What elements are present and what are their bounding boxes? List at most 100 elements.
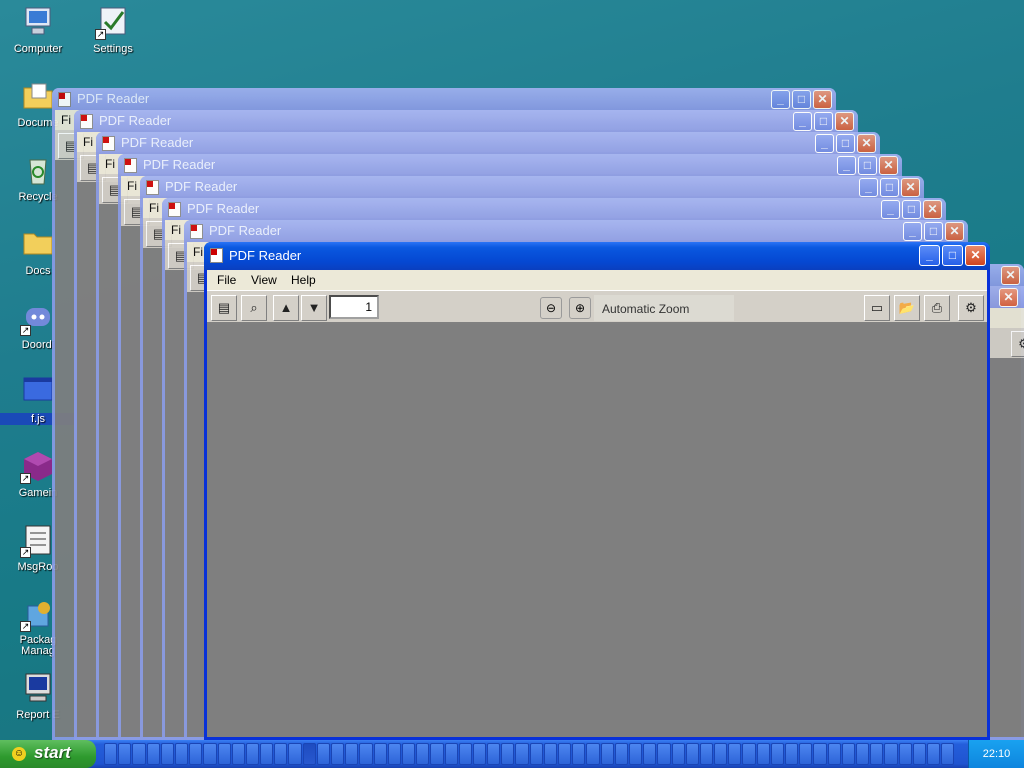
desktop-icon-computer[interactable]: Computer <box>0 4 76 55</box>
zoom-in-icon[interactable]: ⊕ <box>569 297 591 319</box>
taskbar-window-button[interactable] <box>912 743 926 765</box>
taskbar-window-button[interactable] <box>274 743 288 765</box>
minimize-button[interactable]: _ <box>815 134 834 153</box>
taskbar-window-button[interactable] <box>870 743 884 765</box>
maximize-button[interactable]: □ <box>942 245 963 266</box>
open-file-icon[interactable]: 📂 <box>894 295 920 321</box>
taskbar-window-button[interactable] <box>387 743 401 765</box>
maximize-button[interactable]: □ <box>858 156 877 175</box>
previous-page-icon[interactable]: ▲ <box>273 295 299 321</box>
taskbar-window-button[interactable] <box>515 743 529 765</box>
taskbar-window-button[interactable] <box>302 743 316 765</box>
taskbar-window-button[interactable] <box>742 743 756 765</box>
clock[interactable]: 22:10 <box>983 748 1011 760</box>
taskbar-window-button[interactable] <box>799 743 813 765</box>
taskbar-window-button[interactable] <box>487 743 501 765</box>
find-icon[interactable]: ⌕ <box>241 295 267 321</box>
taskbar-window-button[interactable] <box>316 743 330 765</box>
title-bar[interactable]: PDF Reader _ □ ✕ <box>204 242 990 270</box>
taskbar-window-button[interactable] <box>345 743 359 765</box>
document-properties-icon[interactable]: ⚙ <box>958 295 984 321</box>
pdf-reader-window[interactable]: PDF Reader _ □ ✕ File View Help ▤ ⌕ ▲ ▼ … <box>204 242 990 740</box>
taskbar-window-button[interactable] <box>529 743 543 765</box>
taskbar-window-button[interactable] <box>558 743 572 765</box>
maximize-button[interactable]: □ <box>924 222 943 241</box>
maximize-button[interactable]: □ <box>836 134 855 153</box>
zoom-out-icon[interactable]: ⊖ <box>540 297 562 319</box>
page-number-input[interactable]: 1 <box>329 295 379 319</box>
menu-help[interactable]: Help <box>291 273 316 287</box>
minimize-button[interactable]: _ <box>859 178 878 197</box>
close-button[interactable]: ✕ <box>945 222 964 241</box>
taskbar-window-button[interactable] <box>628 743 643 765</box>
taskbar-window-button[interactable] <box>543 743 557 765</box>
taskbar-window-button[interactable] <box>827 743 841 765</box>
close-button[interactable]: ✕ <box>879 156 898 175</box>
taskbar-window-button[interactable] <box>430 743 444 765</box>
taskbar-window-button[interactable] <box>941 743 955 765</box>
taskbar-window-button[interactable] <box>359 743 373 765</box>
taskbar-window-button[interactable] <box>472 743 487 765</box>
document-viewer[interactable] <box>207 326 987 737</box>
taskbar-window-button[interactable] <box>118 743 132 765</box>
taskbar-window-button[interactable] <box>572 743 586 765</box>
maximize-button[interactable]: □ <box>902 200 921 219</box>
taskbar-window-button[interactable] <box>217 743 231 765</box>
sidebar-toggle-icon[interactable]: ▤ <box>211 295 237 321</box>
taskbar-window-button[interactable] <box>728 743 742 765</box>
taskbar-window-button[interactable] <box>813 743 827 765</box>
minimize-button[interactable]: _ <box>919 245 940 266</box>
taskbar-window-button[interactable] <box>146 743 160 765</box>
taskbar-window-button[interactable] <box>174 743 189 765</box>
document-properties-icon[interactable]: ⚙ <box>1011 331 1024 357</box>
taskbar-window-button[interactable] <box>614 743 628 765</box>
close-button[interactable]: ✕ <box>999 288 1018 307</box>
taskbar-window-button[interactable] <box>643 743 657 765</box>
maximize-button[interactable]: □ <box>880 178 899 197</box>
taskbar-window-button[interactable] <box>444 743 458 765</box>
start-button[interactable]: ☺ start <box>0 740 96 768</box>
taskbar-window-button[interactable] <box>855 743 870 765</box>
taskbar-window-button[interactable] <box>132 743 146 765</box>
taskbar-window-button[interactable] <box>586 743 600 765</box>
taskbar-window-button[interactable] <box>501 743 515 765</box>
taskbar-window-button[interactable] <box>231 743 245 765</box>
maximize-button[interactable]: □ <box>792 90 811 109</box>
taskbar-window-button[interactable] <box>104 743 118 765</box>
close-button[interactable]: ✕ <box>923 200 942 219</box>
minimize-button[interactable]: _ <box>837 156 856 175</box>
taskbar-window-button[interactable] <box>699 743 714 765</box>
taskbar-window-button[interactable] <box>189 743 203 765</box>
taskbar-window-button[interactable] <box>898 743 912 765</box>
taskbar-window-button[interactable] <box>260 743 274 765</box>
taskbar-window-button[interactable] <box>785 743 799 765</box>
minimize-button[interactable]: _ <box>793 112 812 131</box>
close-button[interactable]: ✕ <box>813 90 832 109</box>
minimize-button[interactable]: _ <box>881 200 900 219</box>
taskbar-window-button[interactable] <box>770 743 784 765</box>
taskbar-window-button[interactable] <box>331 743 345 765</box>
minimize-button[interactable]: _ <box>771 90 790 109</box>
close-button[interactable]: ✕ <box>835 112 854 131</box>
menu-file[interactable]: File <box>217 273 236 287</box>
taskbar-window-button[interactable] <box>657 743 671 765</box>
close-button[interactable]: ✕ <box>1001 266 1020 285</box>
taskbar-window-button[interactable] <box>288 743 302 765</box>
print-icon[interactable]: ⎙ <box>924 295 950 321</box>
taskbar-window-button[interactable] <box>841 743 855 765</box>
taskbar-window-button[interactable] <box>416 743 430 765</box>
desktop-icon-settings[interactable]: ↗ Settings <box>75 4 151 55</box>
close-button[interactable]: ✕ <box>857 134 876 153</box>
taskbar-window-button[interactable] <box>373 743 387 765</box>
zoom-select[interactable]: Automatic Zoom <box>594 295 734 321</box>
presentation-mode-icon[interactable]: ▭ <box>864 295 890 321</box>
taskbar-window-button[interactable] <box>884 743 898 765</box>
taskbar-window-button[interactable] <box>160 743 174 765</box>
close-button[interactable]: ✕ <box>901 178 920 197</box>
taskbar-window-button[interactable] <box>926 743 941 765</box>
taskbar-window-button[interactable] <box>401 743 416 765</box>
taskbar-window-button[interactable] <box>714 743 728 765</box>
taskbar-window-button[interactable] <box>671 743 685 765</box>
taskbar-window-button[interactable] <box>600 743 614 765</box>
maximize-button[interactable]: □ <box>814 112 833 131</box>
